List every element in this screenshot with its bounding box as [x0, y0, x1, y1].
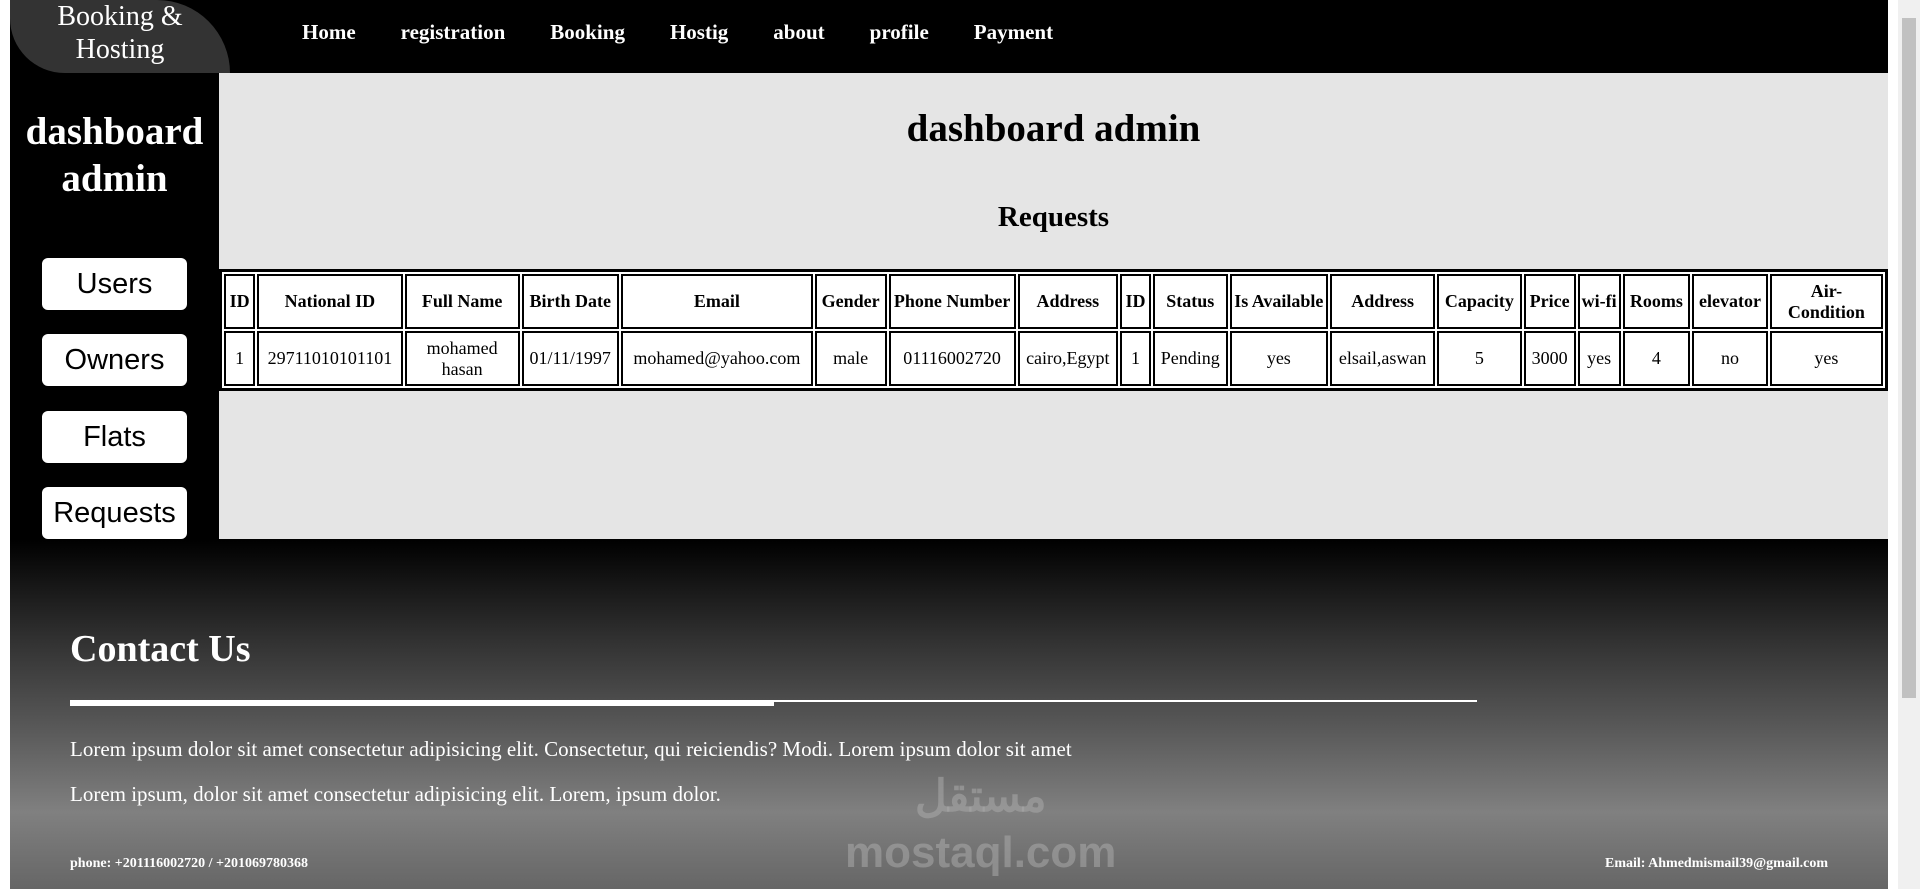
column-header: Birth Date: [521, 274, 619, 329]
table-cell: mohamed hasan: [404, 331, 520, 386]
table-cell: 4: [1622, 331, 1691, 386]
column-header: Phone Number: [888, 274, 1016, 329]
table-cell: 01/11/1997: [521, 331, 619, 386]
table-cell: yes: [1229, 331, 1329, 386]
table-cell: 29711010101101: [257, 331, 403, 386]
column-header: Email: [620, 274, 813, 329]
main-nav: Home registration Booking Hostig about p…: [302, 20, 1053, 45]
nav-hosting[interactable]: Hostig: [670, 20, 728, 45]
table-cell: no: [1692, 331, 1768, 386]
table-cell: male: [814, 331, 887, 386]
owners-button[interactable]: Owners: [42, 334, 187, 386]
column-header: Status: [1153, 274, 1228, 329]
page-gutter: [1888, 0, 1898, 889]
footer-text-2: Lorem ipsum, dolor sit amet consectetur …: [70, 782, 721, 806]
table-header-row: ID National ID Full Name Birth Date Email Gen…: [224, 274, 1883, 329]
watermark-latin: mostaql.com: [845, 828, 1117, 877]
main-content: dashboard admin Requests ID National ID Fu…: [219, 73, 1888, 539]
watermark-arabic: مستقل: [914, 772, 1047, 821]
column-header: ID: [224, 274, 256, 329]
flats-button[interactable]: Flats: [42, 411, 187, 463]
column-header: Air-Condition: [1769, 274, 1883, 329]
nav-payment[interactable]: Payment: [974, 20, 1053, 45]
table-cell: Pending: [1153, 331, 1228, 386]
column-header: elevator: [1692, 274, 1768, 329]
table-cell: mohamed@yahoo.com: [620, 331, 813, 386]
nav-registration[interactable]: registration: [401, 20, 506, 45]
column-header: Address: [1330, 274, 1436, 329]
divider-thin: [774, 700, 1477, 702]
table-row: 1 29711010101101 mohamed hasan 01/11/1997 mo…: [224, 331, 1883, 386]
column-header: ID: [1119, 274, 1152, 329]
table-cell: 5: [1437, 331, 1522, 386]
scrollbar[interactable]: [1898, 0, 1920, 889]
requests-heading: Requests: [997, 201, 1110, 233]
column-header: Capacity: [1437, 274, 1522, 329]
column-header: Is Available: [1229, 274, 1329, 329]
sidebar: dashboard admin Users Owners Flats Reque…: [10, 73, 219, 539]
users-button[interactable]: Users: [42, 258, 187, 310]
requests-button[interactable]: Requests: [42, 487, 187, 539]
column-header: wi-fi: [1577, 274, 1621, 329]
footer-email[interactable]: Email: Ahmedmismail39@gmail.com: [1605, 856, 1828, 872]
table-cell: yes: [1769, 331, 1883, 386]
footer: Contact Us Lorem ipsum dolor sit amet co…: [10, 539, 1888, 889]
column-header: Address: [1017, 274, 1118, 329]
table-cell: 1: [1119, 331, 1152, 386]
nav-profile[interactable]: profile: [870, 20, 929, 45]
table-cell: elsail,aswan: [1330, 331, 1436, 386]
requests-table: ID National ID Full Name Birth Date Email Gen…: [219, 269, 1888, 391]
footer-text-1: Lorem ipsum dolor sit amet consectetur a…: [70, 737, 1072, 761]
footer-phone: phone: +201116002720 / +201069780368: [70, 856, 309, 871]
site-logo[interactable]: Booking & Hosting: [10, 0, 230, 73]
table-cell: cairo,Egypt: [1017, 331, 1118, 386]
column-header: Gender: [814, 274, 887, 329]
table-cell: 3000: [1523, 331, 1576, 386]
table-cell: 1: [224, 331, 256, 386]
column-header: National ID: [257, 274, 403, 329]
scrollbar-thumb[interactable]: [1902, 18, 1916, 698]
column-header: Price: [1523, 274, 1576, 329]
table-cell: yes: [1577, 331, 1621, 386]
nav-about[interactable]: about: [773, 20, 824, 45]
contact-title: Contact Us: [70, 628, 251, 670]
top-header: Booking & Hosting Home registration Book…: [10, 0, 1888, 73]
divider-thick: [70, 700, 774, 706]
table-cell: 01116002720: [888, 331, 1016, 386]
sidebar-title: dashboard admin: [25, 110, 204, 200]
watermark-logo: مستقل mostaql.com: [845, 769, 1116, 881]
column-header: Full Name: [404, 274, 520, 329]
nav-home[interactable]: Home: [302, 20, 356, 45]
page-title: dashboard admin: [906, 107, 1201, 150]
nav-booking[interactable]: Booking: [550, 20, 625, 45]
column-header: Rooms: [1622, 274, 1691, 329]
